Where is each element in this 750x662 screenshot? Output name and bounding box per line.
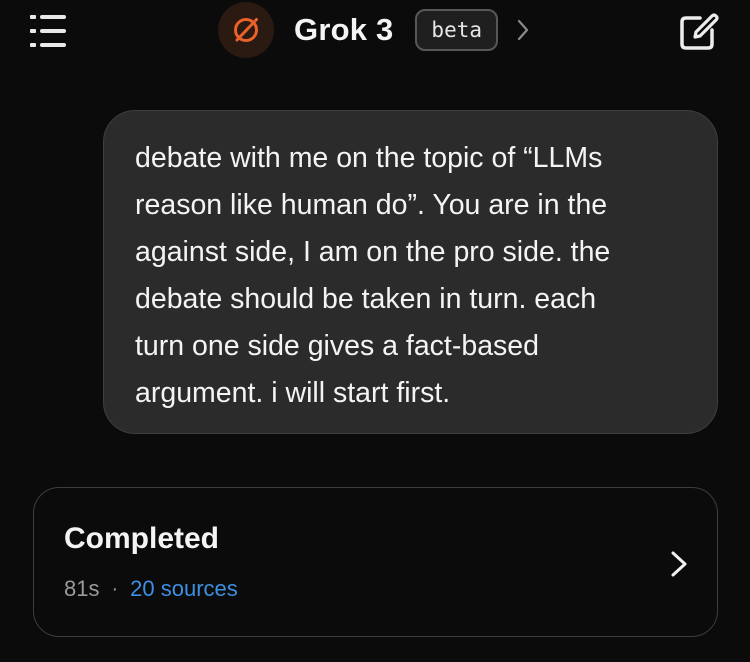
user-message-bubble: debate with me on the topic of “LLMs rea… — [103, 110, 718, 434]
meta-separator: · — [111, 577, 119, 600]
menu-button[interactable] — [26, 12, 70, 50]
completed-card[interactable]: Completed 81s · 20 sources — [33, 487, 718, 637]
beta-badge: beta — [415, 9, 498, 51]
new-chat-button[interactable] — [676, 10, 720, 54]
chat-screen: Grok 3 beta debate with me on the topic … — [0, 0, 750, 662]
model-selector[interactable]: Grok 3 beta — [218, 2, 530, 58]
new-chat-icon — [680, 13, 719, 50]
duration-label: 81s — [64, 576, 100, 601]
user-message-text: debate with me on the topic of “LLMs rea… — [135, 142, 611, 409]
card-meta: 81s · 20 sources — [64, 576, 238, 602]
chevron-right-icon — [517, 19, 529, 41]
chevron-right-icon — [671, 551, 687, 577]
model-name: Grok 3 — [294, 12, 394, 47]
grok-logo-icon — [218, 2, 274, 58]
top-bar: Grok 3 beta — [0, 0, 750, 64]
status-title: Completed — [64, 522, 220, 555]
sources-link[interactable]: 20 sources — [130, 576, 238, 602]
